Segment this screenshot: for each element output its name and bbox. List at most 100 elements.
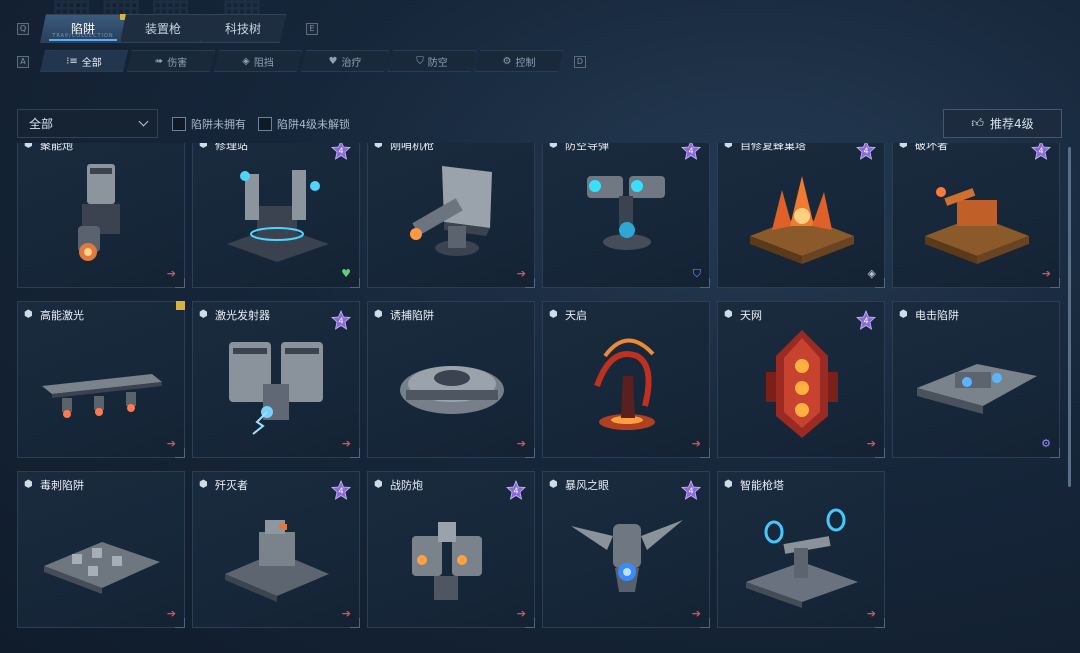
filter-control[interactable]: ⚙ 控制 [475, 50, 563, 72]
cube-icon: ⬢ [549, 479, 558, 490]
card-corner-accent [700, 448, 710, 458]
cube-icon: ⬢ [899, 309, 908, 320]
card-corner-accent [875, 278, 885, 288]
checkbox-not-owned[interactable]: 陷阱未拥有 [172, 116, 246, 132]
trap-name: 破坏者 [915, 143, 948, 152]
trap-illustration [32, 496, 172, 608]
trap-card[interactable]: ⬢ 刚哨机枪 ➔ [367, 143, 535, 288]
trap-illustration [207, 496, 347, 608]
antiair-icon: ⛉ [416, 55, 424, 67]
trap-name: 暴风之眼 [565, 479, 609, 492]
category-filter-bar: ⁝≡ 全部 ➠ 伤害 ◈ 阻挡 ♥ 治疗 ⛉ 防空 ⚙ 控制 [40, 50, 562, 72]
filter-damage[interactable]: ➠ 伤害 [127, 50, 215, 72]
trap-name: 天网 [740, 309, 762, 322]
cube-icon: ⬢ [24, 479, 33, 490]
trap-card[interactable]: ⬢ 歼灭者 4 ➔ [192, 471, 360, 628]
cube-icon: ⬢ [724, 479, 733, 490]
star-level-text: 4 [688, 487, 693, 496]
trap-card[interactable]: ⬢ 修理站 4 ♥ [192, 143, 360, 288]
trap-card[interactable]: ⬢ 电击陷阱 ⚙ [892, 301, 1060, 458]
trap-name: 电击陷阱 [915, 309, 959, 322]
trap-illustration [382, 496, 522, 608]
star-level-icon: 4 [1031, 143, 1051, 160]
filter-label: 全部 [81, 57, 102, 69]
card-corner-accent [875, 618, 885, 628]
checkbox-box[interactable] [258, 117, 272, 131]
recommend-level4-button[interactable]: 👍︎ 推荐4级 [943, 109, 1062, 138]
card-corner-accent [700, 618, 710, 628]
tab-trap[interactable]: 陷阱 TRAP/COLLECTION [40, 14, 126, 43]
grid-scrollbar[interactable] [1068, 147, 1071, 487]
star-level-text: 4 [338, 317, 343, 326]
trap-name: 战防炮 [390, 479, 423, 492]
cube-icon: ⬢ [199, 309, 208, 320]
trap-card[interactable]: ⬢ 防空导弹 4 ⛉ [542, 143, 710, 288]
tab-device-gun[interactable]: 装置枪 [120, 14, 206, 43]
trap-card[interactable]: ⬢ 智能枪塔 ➔ [717, 471, 885, 628]
filter-block[interactable]: ◈ 阻挡 [214, 50, 302, 72]
cube-icon: ⬢ [724, 309, 733, 320]
cube-icon: ⬢ [724, 143, 733, 150]
grid-icon: ⁝≡ [66, 55, 78, 67]
trap-name: 天启 [565, 309, 587, 322]
filter-antiair[interactable]: ⛉ 防空 [388, 50, 476, 72]
card-corner-accent [700, 278, 710, 288]
trap-card[interactable]: ⬢ 天网 4 ➔ [717, 301, 885, 458]
trap-illustration [732, 326, 872, 438]
card-corner-accent [175, 278, 185, 288]
trap-card[interactable]: ⬢ 高能激光 ➔ [17, 301, 185, 458]
trap-illustration [32, 326, 172, 438]
trap-illustration [732, 496, 872, 608]
checkbox-box[interactable] [172, 117, 186, 131]
trap-card[interactable]: ⬢ 天启 ➔ [542, 301, 710, 458]
trap-illustration [907, 156, 1047, 268]
key-hint-right-filter: D [574, 56, 586, 68]
filter-label: 防空 [427, 57, 448, 69]
card-corner-accent [175, 618, 185, 628]
filter-heal[interactable]: ♥ 治疗 [301, 50, 389, 72]
filter-label: 阻挡 [253, 57, 274, 69]
trap-name: 激光发射器 [215, 309, 270, 322]
trap-illustration [207, 326, 347, 438]
tab-tech-tree-label: 科技树 [224, 22, 261, 36]
trap-illustration [207, 156, 347, 268]
trap-name: 高能激光 [40, 309, 84, 322]
star-level-text: 4 [338, 147, 343, 156]
trap-card[interactable]: ⬢ 破坏者 4 ➔ [892, 143, 1060, 288]
trap-card[interactable]: ⬢ 激光发射器 4 ➔ [192, 301, 360, 458]
key-hint-left-filter: A [17, 56, 29, 68]
trap-illustration [557, 496, 697, 608]
tab-tech-tree[interactable]: 科技树 [200, 14, 286, 43]
trap-illustration [732, 156, 872, 268]
trap-name: 自修复蜂巢塔 [740, 143, 806, 152]
trap-card[interactable]: ⬢ 战防炮 4 ➔ [367, 471, 535, 628]
trap-card[interactable]: ⬢ 诱捕陷阱 ➔ [367, 301, 535, 458]
card-corner-accent [1050, 448, 1060, 458]
star-level-icon: 4 [856, 143, 876, 160]
cube-icon: ⬢ [199, 479, 208, 490]
trap-name: 聚能炮 [40, 143, 73, 152]
trap-illustration [557, 326, 697, 438]
checkbox-level4-locked[interactable]: 陷阱4级未解锁 [258, 116, 350, 132]
star-level-icon: 4 [856, 309, 876, 330]
filter-grid[interactable]: ⁝≡ 全部 [40, 50, 128, 72]
checkbox-level4-locked-label: 陷阱4级未解锁 [277, 118, 350, 131]
filter-label: 伤害 [167, 57, 188, 69]
category-select-value: 全部 [29, 117, 54, 131]
filter-label: 治疗 [341, 57, 362, 69]
control-icon: ⚙ [502, 55, 512, 67]
trap-card[interactable]: ⬢ 暴风之眼 4 ➔ [542, 471, 710, 628]
star-level-icon: 4 [331, 143, 351, 160]
trap-card[interactable]: ⬢ 毒刺陷阱 ➔ [17, 471, 185, 628]
trap-name: 毒刺陷阱 [40, 479, 84, 492]
star-level-icon: 4 [331, 479, 351, 500]
trap-card[interactable]: ⬢ 自修复蜂巢塔 4 ◈ [717, 143, 885, 288]
category-select[interactable]: 全部 [17, 109, 158, 138]
card-corner-accent [350, 278, 360, 288]
trap-name: 智能枪塔 [740, 479, 784, 492]
card-corner-accent [525, 618, 535, 628]
star-level-text: 4 [338, 487, 343, 496]
card-corner-accent [525, 278, 535, 288]
trap-card[interactable]: ⬢ 聚能炮 ➔ [17, 143, 185, 288]
trap-name: 修理站 [215, 143, 248, 152]
